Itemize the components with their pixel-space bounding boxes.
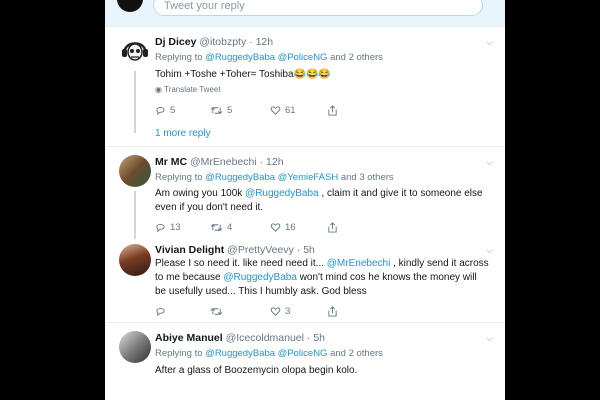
chevron-down-icon[interactable]: ⌵ <box>486 157 493 168</box>
reply-action[interactable]: 13 <box>155 222 181 233</box>
reply-action[interactable]: 5 <box>155 105 175 116</box>
retweet-action[interactable]: 4 <box>210 222 232 233</box>
handle[interactable]: @itobzpty <box>199 36 246 48</box>
mention-link[interactable]: @RuggedyBaba <box>245 188 319 199</box>
like-action[interactable]: 16 <box>270 222 296 233</box>
tweet-actions: 13 4 16 <box>155 222 485 236</box>
reply-action[interactable] <box>155 306 170 317</box>
tweet-mr-mc[interactable]: Mr MC @MrEnebechi · 12h ⌵ Replying to @R… <box>105 146 505 239</box>
handle[interactable]: @PrettyVeevy <box>227 244 294 256</box>
thread-line <box>134 191 136 239</box>
timestamp[interactable]: 12h <box>256 36 274 48</box>
avatar[interactable] <box>119 35 151 67</box>
mention-link[interactable]: @RuggedyBaba <box>205 52 275 63</box>
more-replies-link[interactable]: 1 more reply <box>155 128 211 139</box>
tweet-text: Please I so need it. like need need it..… <box>155 258 489 297</box>
retweet-icon <box>210 308 223 315</box>
reply-icon <box>156 107 165 116</box>
heart-icon <box>270 307 281 316</box>
mention-link[interactable]: @MrEnebechi <box>327 258 391 269</box>
tweet-abiye-manuel[interactable]: Abiye Manuel @Icecoldmanuel · 5h ⌵ Reply… <box>105 322 505 400</box>
handle[interactable]: @MrEnebechi <box>190 156 257 168</box>
mention-link[interactable]: @PoliceNG <box>278 52 328 63</box>
share-icon <box>328 306 337 317</box>
heart-icon <box>270 106 281 115</box>
author[interactable]: Mr MC @MrEnebechi · 12h <box>155 156 284 168</box>
retweet-action[interactable]: 5 <box>210 105 232 116</box>
tweet-dj-dicey[interactable]: Dj Dicey @itobzpty · 12h ⌵ Replying to @… <box>105 26 505 146</box>
replying-to: Replying to @RuggedyBaba @PoliceNG and 2… <box>155 348 383 359</box>
like-action[interactable]: 61 <box>270 105 296 116</box>
avatar[interactable] <box>119 244 151 276</box>
timestamp[interactable]: 12h <box>266 156 284 168</box>
handle[interactable]: @Icecoldmanuel <box>226 332 304 344</box>
share-icon <box>328 222 337 233</box>
avatar[interactable] <box>119 155 151 187</box>
share-action[interactable] <box>327 105 338 116</box>
retweet-icon <box>210 224 223 231</box>
author[interactable]: Dj Dicey @itobzpty · 12h <box>155 36 273 48</box>
tweet-text: Tohim +Toshe +Toher= Toshiba😂😂😂 <box>155 69 331 80</box>
like-action[interactable]: 3 <box>270 306 290 317</box>
heart-icon <box>270 223 281 232</box>
retweet-action[interactable] <box>210 306 227 317</box>
tweet-text: Am owing you 100k @RuggedyBaba , claim i… <box>155 188 483 213</box>
translate-tweet[interactable]: ◉ Translate Tweet <box>155 85 221 94</box>
mention-link[interactable]: @PoliceNG <box>278 348 328 359</box>
share-action[interactable] <box>327 306 338 317</box>
timestamp[interactable]: 5h <box>313 332 325 344</box>
timestamp[interactable]: 5h <box>303 244 315 256</box>
mention-link[interactable]: @YemieFASH <box>278 172 339 183</box>
tweet-text: After a glass of Boozemycin olopa begin … <box>155 365 358 376</box>
mention-link[interactable]: @RuggedyBaba <box>205 348 275 359</box>
author[interactable]: Abiye Manuel @Icecoldmanuel · 5h <box>155 332 325 344</box>
thread-line <box>134 71 136 133</box>
mention-link[interactable]: @RuggedyBaba <box>205 172 275 183</box>
share-action[interactable] <box>327 222 338 233</box>
avatar[interactable] <box>119 331 151 363</box>
author[interactable]: Vivian Delight @PrettyVeevy · 5h <box>155 244 315 256</box>
reply-icon <box>156 308 165 317</box>
reply-composer: Tweet your reply <box>105 0 505 26</box>
skull-headphones-icon <box>120 36 150 66</box>
timeline-frame: Tweet your reply Dj Dicey @itobzpty · 12… <box>105 0 505 400</box>
retweet-icon <box>210 107 223 114</box>
share-icon <box>328 105 337 116</box>
tweet-actions: 5 5 61 <box>155 105 485 119</box>
replying-to: Replying to @RuggedyBaba @PoliceNG and 2… <box>155 52 383 63</box>
chevron-down-icon[interactable]: ⌵ <box>486 37 493 48</box>
tweet-actions: 3 <box>155 306 485 320</box>
reply-icon <box>156 224 165 233</box>
chevron-down-icon[interactable]: ⌵ <box>486 245 493 256</box>
mention-link[interactable]: @RuggedyBaba <box>223 272 297 283</box>
conversation-panel: Tweet your reply Dj Dicey @itobzpty · 12… <box>105 0 505 400</box>
replying-to: Replying to @RuggedyBaba @YemieFASH and … <box>155 172 394 183</box>
user-avatar <box>117 0 143 12</box>
reply-input[interactable]: Tweet your reply <box>153 0 483 16</box>
tweet-vivian-delight[interactable]: Vivian Delight @PrettyVeevy · 5h ⌵ Pleas… <box>105 238 505 322</box>
chevron-down-icon[interactable]: ⌵ <box>486 333 493 344</box>
globe-icon: ◉ <box>155 85 162 94</box>
